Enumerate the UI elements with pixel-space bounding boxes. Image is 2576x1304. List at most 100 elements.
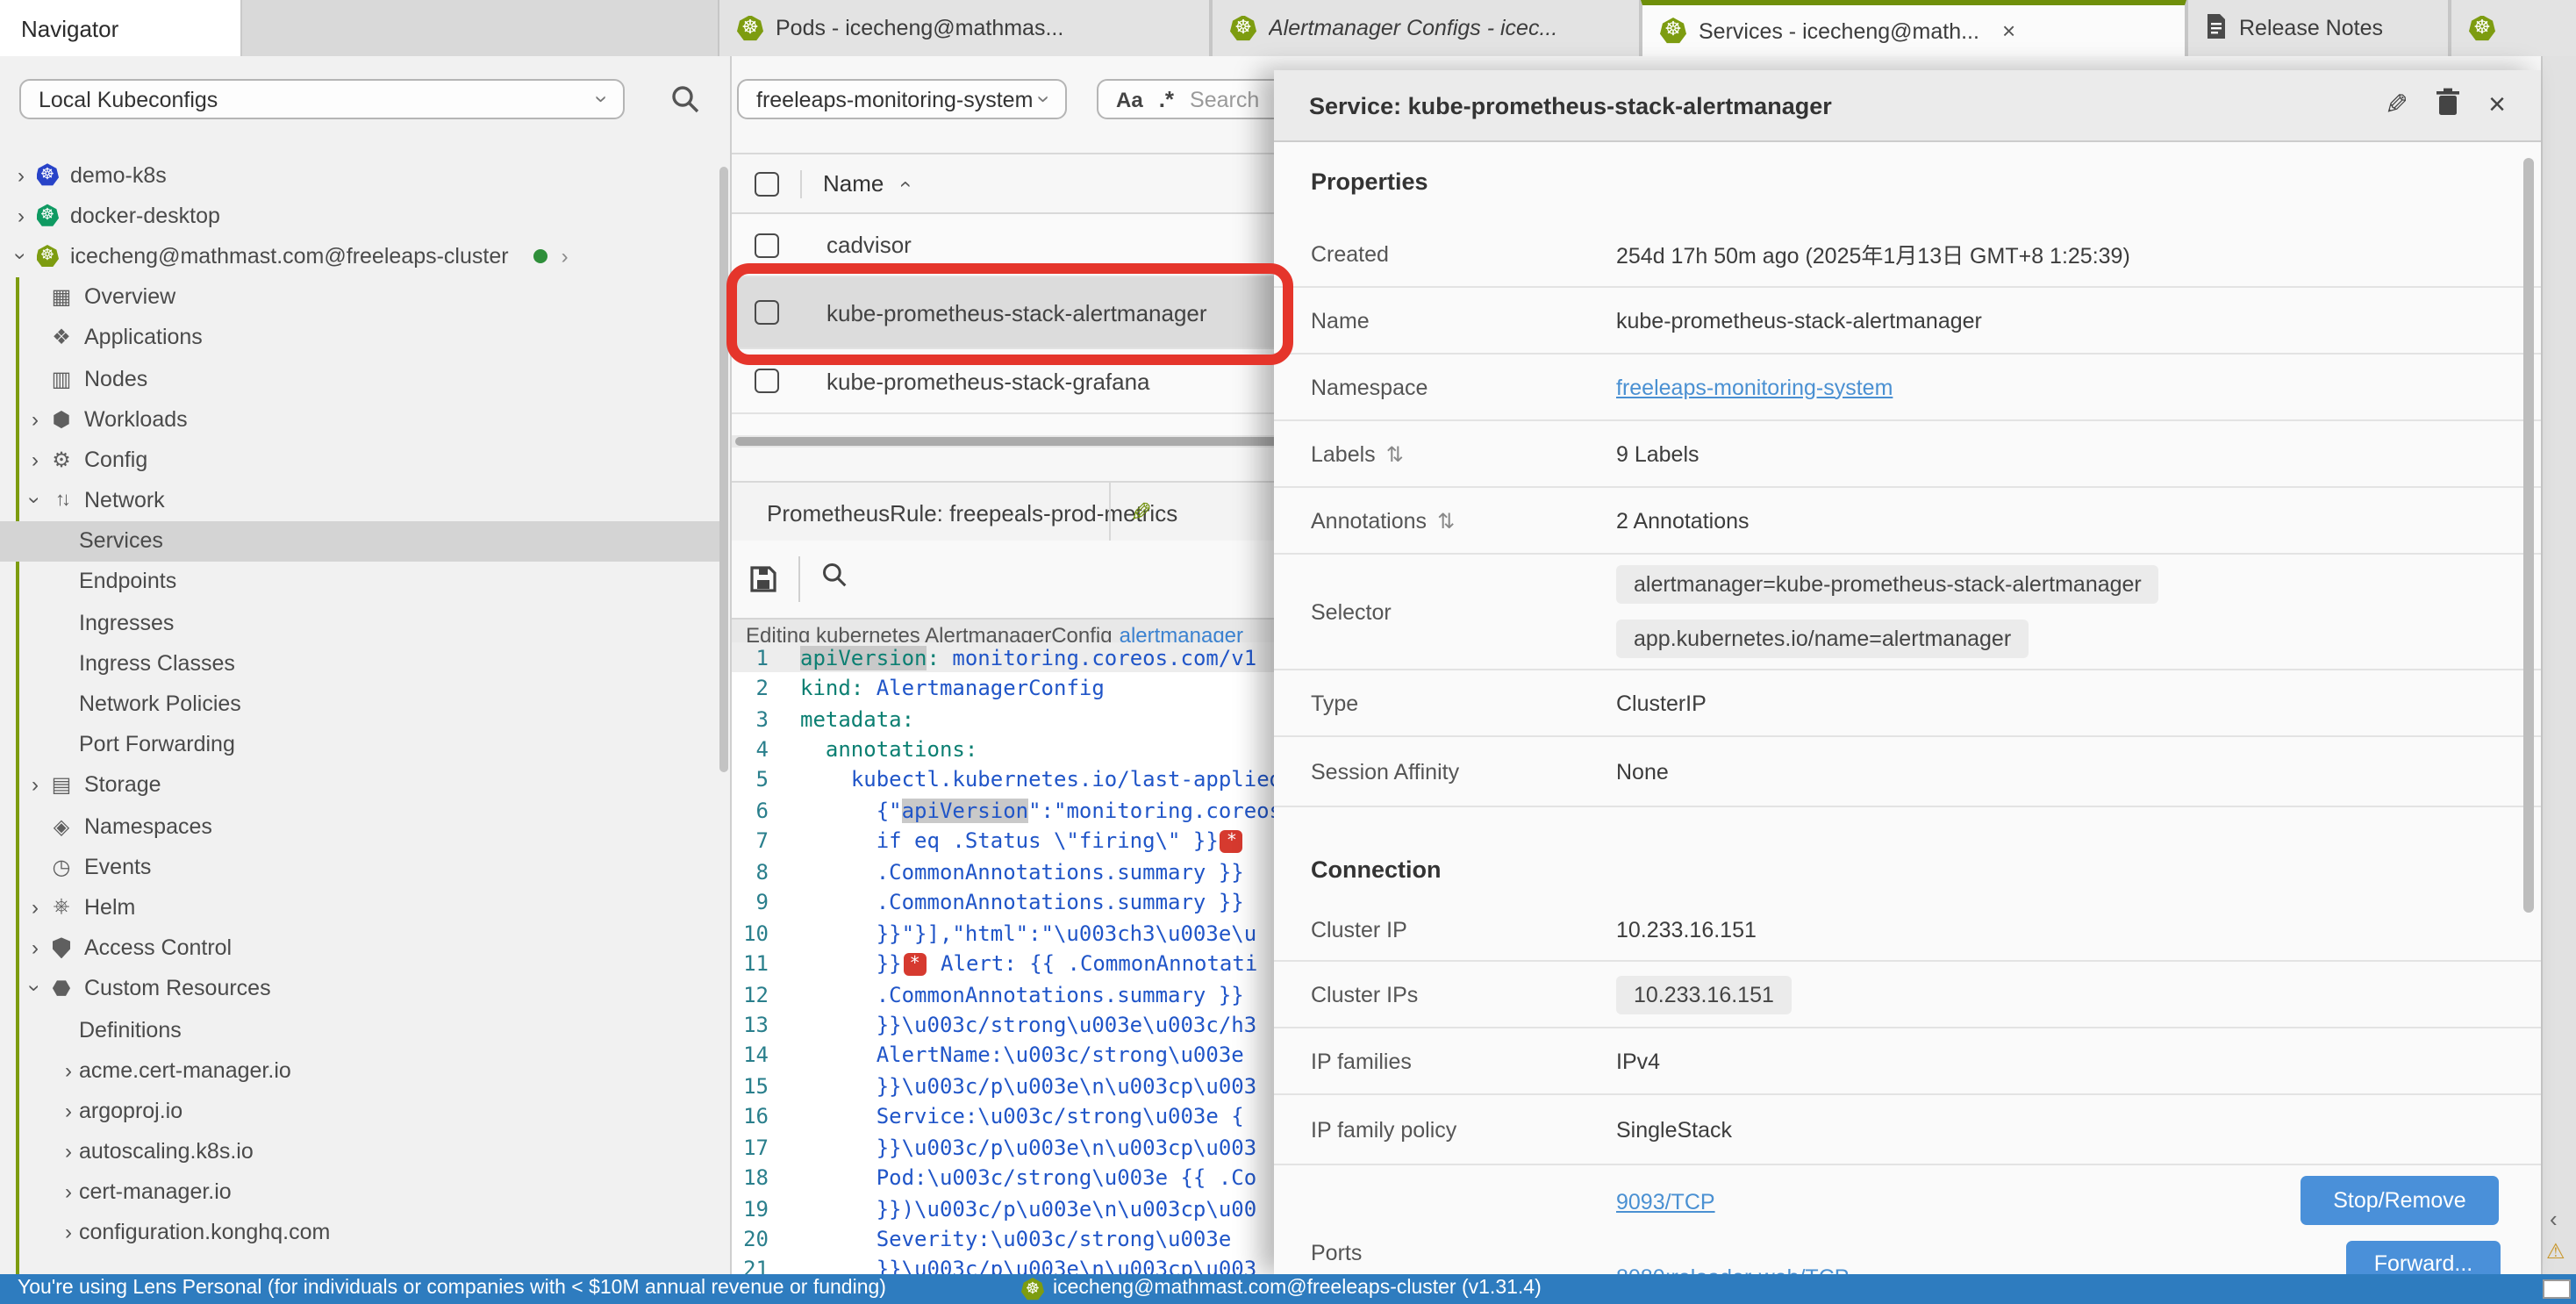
active-cluster-status[interactable]: icecheng@mathmast.com@freeleaps-cluster … <box>1053 1278 1542 1299</box>
save-icon[interactable] <box>749 565 777 593</box>
sidebar-item-config[interactable]: ›⚙Config <box>0 440 719 480</box>
chevron-down-icon[interactable]: › <box>23 490 47 511</box>
sidebar-item-ingresses[interactable]: Ingresses <box>0 602 719 642</box>
sidebar-item-access-control[interactable]: › Access Control <box>0 928 719 968</box>
sidebar-item-label: icecheng@mathmast.com@freeleaps-cluster <box>70 244 509 269</box>
sort-icon[interactable]: ⇅ <box>1437 508 1455 533</box>
port-action-button[interactable]: Stop/Remove <box>2301 1176 2499 1225</box>
chevron-right-icon[interactable]: › <box>58 1139 79 1164</box>
sidebar-item-helm[interactable]: ›⎈Helm <box>0 887 719 928</box>
tab-pods-icecheng-mathmas[interactable]: ☸Pods - icecheng@mathmas... <box>718 0 1211 56</box>
code-token: Alert: {{ .CommonAnnotati <box>928 951 1258 976</box>
sidebar-item-nodes[interactable]: ▥Nodes <box>0 358 719 398</box>
sidebar-item-network-policies[interactable]: Network Policies <box>0 684 719 724</box>
sidebar-item-definitions[interactable]: Definitions <box>0 1009 719 1050</box>
sidebar-item-overview[interactable]: ▦Overview <box>0 276 719 317</box>
port-link-8080-reloader-web-tcp[interactable]: 8080:reloader-web/TCP <box>1616 1265 1849 1274</box>
line-number: 13 <box>732 1013 784 1037</box>
sidebar-scrollbar[interactable] <box>719 167 728 772</box>
close-icon[interactable]: × <box>2002 18 2015 44</box>
kubeconfig-select[interactable]: Local Kubeconfigs › <box>19 79 625 119</box>
chevron-down-icon[interactable]: › <box>23 978 47 999</box>
chevron-right-icon[interactable]: › <box>562 244 569 269</box>
sidebar-item-configuration-konghq-com[interactable]: ›configuration.konghq.com <box>0 1213 719 1253</box>
chevron-right-icon[interactable]: › <box>25 448 46 472</box>
sidebar-item-workloads[interactable]: ›⬢Workloads <box>0 398 719 439</box>
chevron-right-icon[interactable]: › <box>58 1221 79 1245</box>
port-link-9093-tcp[interactable]: 9093/TCP <box>1616 1190 1715 1214</box>
warning-icon[interactable]: ⚠ <box>2546 1239 2565 1264</box>
sort-ascending-icon[interactable]: › <box>891 180 915 187</box>
drawer-scrollbar[interactable] <box>2523 158 2534 913</box>
sidebar-item-label: Config <box>84 448 147 472</box>
workloads-icon: ⬢ <box>46 406 77 431</box>
sort-icon[interactable]: ⇅ <box>1386 441 1404 466</box>
tab-alertmanager-configs-icec[interactable]: ☸Alertmanager Configs - icec... <box>1211 0 1641 56</box>
code-text: }}\u003c/p\u003e\n\u003cp\u003 <box>784 1135 1256 1159</box>
tab-release-notes[interactable]: Release Notes <box>2186 0 2450 56</box>
sidebar-item-icecheng-mathmast-com-freeleaps-cluster[interactable]: ›☸icecheng@mathmast.com@freeleaps-cluste… <box>0 236 719 276</box>
license-notice[interactable]: You're using Lens Personal (for individu… <box>18 1278 886 1299</box>
chevron-right-icon[interactable]: › <box>25 895 46 920</box>
namespace-select[interactable]: freeleaps-monitoring-system › <box>737 79 1067 119</box>
drawer-header: Service: kube-prometheus-stack-alertmana… <box>1274 70 2541 142</box>
sidebar-item-port-forwarding[interactable]: Port Forwarding <box>0 724 719 764</box>
edit-service-icon[interactable]: ✎ <box>2384 88 2408 123</box>
code-text: }})\u003c/p\u003e\n\u003cp\u00 <box>784 1196 1256 1221</box>
detail-label-text: Selector <box>1311 599 1392 624</box>
select-all-checkbox[interactable] <box>755 171 779 196</box>
sidebar-item-network[interactable]: ›↑↓Network <box>0 480 719 520</box>
sidebar-item-applications[interactable]: ❖Applications <box>0 318 719 358</box>
sidebar-item-namespaces[interactable]: ◈Namespaces <box>0 806 719 846</box>
chevron-right-icon[interactable]: › <box>11 162 32 187</box>
tab-partial[interactable]: ☸ <box>2450 0 2576 56</box>
close-drawer-icon[interactable]: × <box>2488 88 2506 123</box>
sidebar-item-storage[interactable]: ›▤Storage <box>0 765 719 806</box>
k8s-icon: ☸ <box>36 245 59 268</box>
sidebar-item-acme-cert-manager-io[interactable]: ›acme.cert-manager.io <box>0 1050 719 1090</box>
helm-icon: ⎈ <box>46 894 77 921</box>
sidebar-item-autoscaling-k8s-io[interactable]: ›autoscaling.k8s.io <box>0 1131 719 1171</box>
name-column-header[interactable]: Name <box>823 170 884 197</box>
port-action-button[interactable]: Forward... <box>2346 1241 2501 1274</box>
editor-search-icon[interactable] <box>821 562 848 597</box>
sidebar-item-cert-manager-io[interactable]: ›cert-manager.io <box>0 1171 719 1212</box>
code-token: }}\u003c/p\u003e\n\u003cp\u003 <box>800 1074 1256 1099</box>
sidebar-item-services[interactable]: Services <box>0 520 719 561</box>
tab-label: Release Notes <box>2239 16 2383 40</box>
row-checkbox[interactable] <box>755 369 779 393</box>
match-case-toggle[interactable]: Aa <box>1116 87 1143 111</box>
detail-label: IP families <box>1274 1049 1616 1073</box>
chevron-right-icon[interactable]: › <box>25 935 46 960</box>
chevron-right-icon[interactable]: › <box>58 1057 79 1082</box>
sidebar-item-label: configuration.konghq.com <box>79 1221 330 1245</box>
sidebar-item-argoproj-io[interactable]: ›argoproj.io <box>0 1091 719 1131</box>
sidebar-item-endpoints[interactable]: Endpoints <box>0 562 719 602</box>
chevron-right-icon[interactable]: › <box>11 204 32 228</box>
regex-toggle[interactable]: .* <box>1159 86 1174 112</box>
edit-pencil-icon[interactable]: ✎ <box>1130 497 1152 528</box>
chevron-right-icon[interactable]: › <box>58 1099 79 1123</box>
clock-icon: ◷ <box>46 855 77 879</box>
chevron-down-icon[interactable]: › <box>9 246 33 267</box>
chevron-right-icon[interactable]: › <box>25 406 46 431</box>
collapse-panel-icon[interactable]: ‹ <box>2550 1206 2558 1232</box>
row-checkbox[interactable] <box>755 233 779 257</box>
chevron-right-icon[interactable]: › <box>58 1180 79 1205</box>
sidebar-item-events[interactable]: ◷Events <box>0 846 719 886</box>
sidebar-item-demo-k8s[interactable]: ›☸demo-k8s <box>0 154 719 195</box>
detail-row-annotations: Annotations⇅2 Annotations <box>1274 488 2541 555</box>
delete-service-icon[interactable] <box>2436 87 2460 124</box>
puzzle-icon: ⬣ <box>46 977 77 1001</box>
code-text: apiVersion: monitoring.coreos.com/v1 <box>784 645 1256 670</box>
sidebar-item-docker-desktop[interactable]: ›☸docker-desktop <box>0 195 719 235</box>
sidebar-item-ingress-classes[interactable]: Ingress Classes <box>0 643 719 684</box>
status-bar: You're using Lens Personal (for individu… <box>0 1274 2576 1304</box>
sidebar-item-custom-resources[interactable]: ›⬣Custom Resources <box>0 969 719 1009</box>
service-name: kube-prometheus-stack-grafana <box>826 368 1150 394</box>
tab-services-icecheng-math[interactable]: ☸Services - icecheng@math...× <box>1641 0 2186 56</box>
sidebar-item-label: Access Control <box>84 935 232 960</box>
chevron-right-icon[interactable]: › <box>25 773 46 798</box>
search-icon[interactable] <box>670 84 700 123</box>
detail-value-link[interactable]: freeleaps-monitoring-system <box>1616 375 1893 399</box>
